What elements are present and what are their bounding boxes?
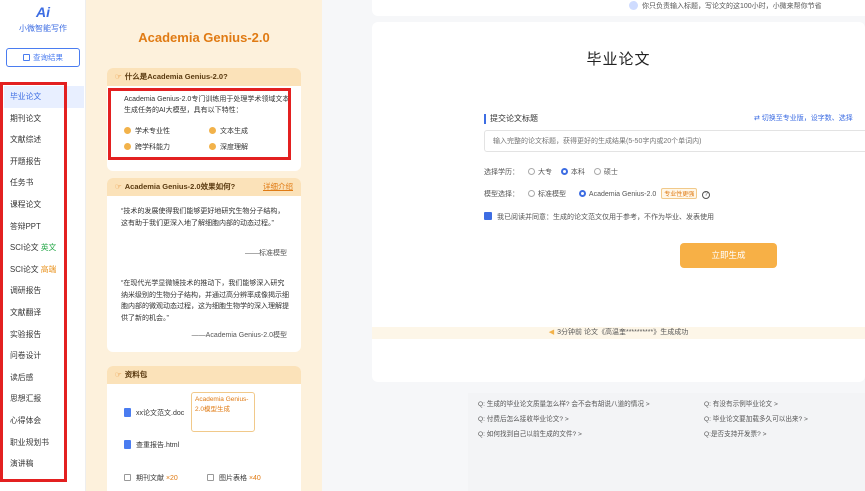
model-label: 模型选择： — [484, 191, 519, 198]
main-area: 你只负责输入标题，写论文的这100小时，小微来帮你节省 毕业论文 提交论文标题 … — [322, 0, 865, 491]
pointing-hand-icon: ☞ — [115, 182, 122, 191]
generation-notice: ◀ 3分钟前 论文《高温奎**********》生成成功 — [372, 327, 865, 339]
radio-junior-college[interactable] — [527, 168, 535, 175]
detail-intro-link[interactable]: 详细介绍 — [263, 178, 293, 196]
doc-file-icon — [124, 408, 131, 417]
promo-title: Academia Genius-2.0 — [138, 30, 270, 45]
resource-pack-heading: ☞ 资料包 — [107, 366, 301, 384]
radio-label: 硕士 — [603, 169, 618, 176]
effect-heading-text: Academia Genius-2.0效果如何? — [124, 182, 236, 191]
stat-label: 期刊文献 — [136, 475, 164, 482]
page-title: 毕业论文 — [586, 51, 651, 68]
switch-pro-link[interactable]: ⇄ 切换至专业版，设字数、选择 — [754, 113, 853, 123]
radio-genius-model[interactable] — [578, 190, 586, 197]
faq-item[interactable]: Q:是否支持开发票? > — [704, 428, 766, 438]
top-tip-text: 你只负责输入标题，写论文的这100小时，小微来帮你节省 — [642, 3, 822, 10]
radio-master[interactable] — [593, 168, 601, 175]
radio-label: 标准模型 — [537, 191, 566, 198]
journal-literature-stat: 期刊文献 ×20 — [124, 473, 178, 483]
faq-item[interactable]: Q: 毕业论文要加载多久可以出来? > — [704, 413, 808, 423]
what-is-card-heading: ☞ 什么是Academia Genius-2.0? — [107, 68, 301, 86]
document-icon — [23, 54, 30, 61]
effect-card: ☞ Academia Genius-2.0效果如何? 详细介绍 “技术的发展使得我们… — [107, 178, 301, 352]
query-results-label: 查询结果 — [33, 53, 63, 62]
sample-paper-file[interactable]: xx论文范文.doc — [124, 408, 184, 418]
journal-icon — [124, 474, 131, 481]
stat-label: 图片表格 — [219, 475, 247, 482]
agreement-text: 我已阅读并同意：生成的论文范文仅用于参考，不作为毕业、发表使用 — [497, 214, 714, 221]
stat-count: ×40 — [248, 475, 261, 482]
logo[interactable]: Ai 小微智能写作 — [0, 4, 86, 34]
sidebar: Ai 小微智能写作 查询结果 毕业论文 期刊论文 文献综述 开题报告 任务书 课… — [0, 0, 86, 491]
generate-button[interactable]: 立即生成 — [680, 243, 777, 268]
radio-standard-model[interactable] — [527, 190, 535, 197]
effect-card-heading: ☞ Academia Genius-2.0效果如何? 详细介绍 — [107, 178, 301, 196]
genius-model-signature: ——Academia Genius-2.0模型 — [191, 332, 287, 339]
speaker-icon: ◀ — [548, 329, 555, 336]
top-tip: 你只负责输入标题，写论文的这100小时，小微来帮你节省 — [629, 1, 822, 11]
faq-section: Q: 生成的毕业论文质量怎么样? 会不会有胡说八道的情况 > Q: 有没有示例毕… — [468, 393, 865, 491]
faq-item[interactable]: Q: 生成的毕业论文质量怎么样? 会不会有胡说八道的情况 > — [478, 398, 650, 408]
query-results-button[interactable]: 查询结果 — [6, 48, 80, 67]
lightbulb-icon — [629, 1, 638, 10]
figures-tables-stat: 图片表格 ×40 — [207, 473, 261, 483]
radio-label: Academia Genius-2.0 — [588, 191, 657, 198]
pointing-hand-icon: ☞ — [115, 370, 122, 379]
promo-panel: Academia Genius-2.0 ☞ 什么是Academia Genius-… — [86, 0, 322, 491]
agreement-checkbox[interactable] — [484, 212, 492, 220]
model-generated-tooltip: Academia Genius-2.0模型生成 — [191, 392, 255, 432]
thesis-form-card: 毕业论文 提交论文标题 ⇄ 切换至专业版，设字数、选择 选择学历： 大专 本科 … — [372, 22, 865, 382]
notice-text: 3分钟前 论文《高温奎**********》生成成功 — [557, 329, 689, 336]
faq-item[interactable]: Q: 付费后怎么接收毕业论文? > — [478, 413, 569, 423]
image-icon — [207, 474, 214, 481]
radio-bachelor[interactable] — [560, 168, 568, 175]
help-icon[interactable]: ? — [702, 191, 711, 199]
pointing-hand-icon: ☞ — [115, 72, 122, 81]
pro-badge: 专业性更强 — [661, 188, 698, 199]
education-row: 选择学历： 大专 本科 硕士 — [484, 167, 618, 177]
radio-label: 本科 — [570, 169, 585, 176]
logo-mark: Ai — [36, 4, 50, 20]
resource-pack-heading-text: 资料包 — [124, 370, 148, 379]
file-name: 查重报告.html — [136, 442, 180, 449]
html-file-icon — [124, 440, 131, 449]
thesis-title-input[interactable] — [484, 130, 865, 152]
faq-item[interactable]: Q: 有没有示例毕业论文 > — [704, 398, 778, 408]
annotation-red-box-sidebar — [0, 82, 67, 482]
genius-model-quote: “在现代光学显微镜技术的推动下，我们能够深入研究纳米级别的生物分子结构，并通过高… — [121, 280, 289, 322]
education-label: 选择学历： — [484, 169, 519, 176]
standard-model-signature: ——标准模型 — [245, 250, 287, 257]
standard-model-quote: “技术的发展使得我们能够更好地研究生物分子结构，这有助于我们更深入地了解细胞内部… — [121, 208, 285, 227]
stat-count: ×20 — [165, 475, 178, 482]
plagiarism-report-file[interactable]: 查重报告.html — [124, 440, 179, 450]
app-window: Ai 小微智能写作 查询结果 毕业论文 期刊论文 文献综述 开题报告 任务书 课… — [0, 0, 865, 491]
agreement-row: 我已阅读并同意：生成的论文范文仅用于参考，不作为毕业、发表使用 — [484, 212, 714, 222]
model-row: 模型选择： 标准模型 Academia Genius-2.0 专业性更强 ? — [484, 188, 711, 199]
what-is-heading-text: 什么是Academia Genius-2.0? — [124, 72, 228, 81]
radio-label: 大专 — [537, 169, 552, 176]
top-tip-bar: 你只负责输入标题，写论文的这100小时，小微来帮你节省 — [372, 0, 865, 16]
annotation-red-box-description — [108, 88, 291, 160]
file-name: xx论文范文.doc — [136, 410, 185, 417]
submit-title-label: 提交论文标题 — [484, 114, 538, 124]
faq-item[interactable]: Q: 如何找到自己以前生成的文件? > — [478, 428, 582, 438]
logo-text: 小微智能写作 — [19, 24, 67, 33]
